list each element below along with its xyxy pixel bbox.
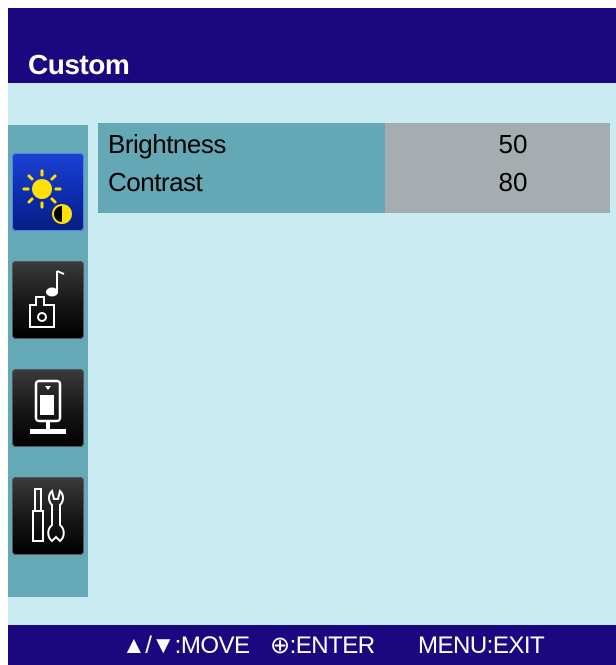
brightness-contrast-icon [22,169,72,224]
category-brightness-contrast[interactable] [12,153,84,231]
contrast-value[interactable]: 80 [473,167,553,197]
osd-menu: Custom Brightness 50 Contrast 80 ▲/▼:MOV… [8,8,616,665]
menu-title: Custom [28,49,130,80]
category-image-setup[interactable] [12,369,84,447]
enter-hint: ⊕:ENTER [270,632,375,659]
brightness-label[interactable]: Brightness [108,129,226,159]
category-tools[interactable] [12,477,84,555]
exit-hint: MENU:EXIT [418,632,545,659]
brightness-value[interactable]: 50 [473,129,553,159]
category-audio[interactable] [12,261,84,339]
tools-icon [32,488,65,543]
audio-icon [29,270,65,328]
move-hint: ▲/▼:MOVE [122,632,250,659]
image-setup-icon [30,379,66,434]
contrast-label[interactable]: Contrast [108,167,203,197]
category-sidebar [8,125,88,597]
footer-bar: ▲/▼:MOVE ⊕:ENTER MENU:EXIT [8,625,616,665]
title-bar: Custom [8,8,616,83]
